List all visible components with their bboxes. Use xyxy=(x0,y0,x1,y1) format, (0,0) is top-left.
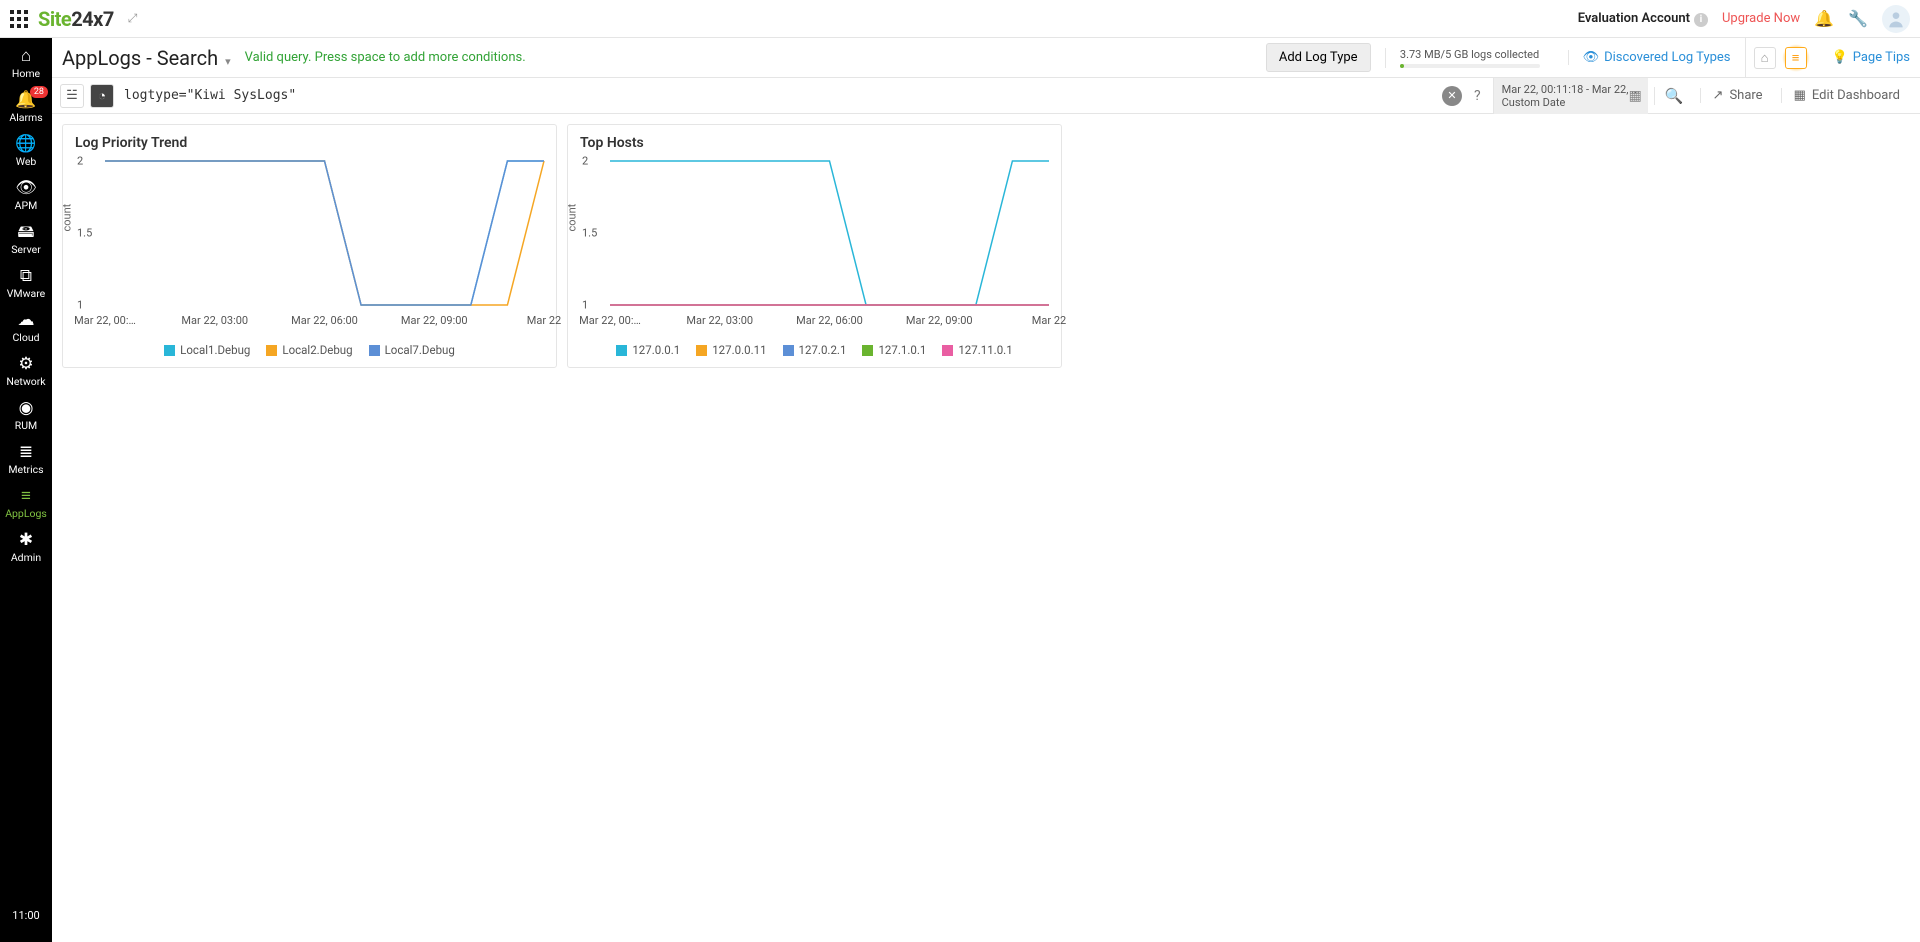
sidebar-item-metrics[interactable]: ≣ Metrics xyxy=(0,438,52,482)
sidebar-label: Cloud xyxy=(12,331,39,344)
sidebar-item-admin[interactable]: ✱ Admin xyxy=(0,526,52,570)
search-icon[interactable]: 🔍 xyxy=(1654,87,1694,105)
sidebar-label: Metrics xyxy=(8,463,43,476)
expand-icon[interactable]: ⤢ xyxy=(128,11,138,26)
top-header: Site24x7 ⤢ Evaluation Accounti Upgrade N… xyxy=(0,0,1920,38)
grid-icon: ▦ xyxy=(1794,88,1806,103)
eye-icon: 👁 xyxy=(1583,50,1600,65)
sidebar-icon: 🌐 xyxy=(15,136,36,153)
chart-legend: Local1.Debug Local2.Debug Local7.Debug xyxy=(63,335,556,367)
legend-item[interactable]: 127.0.0.11 xyxy=(696,343,766,357)
add-log-type-button[interactable]: Add Log Type xyxy=(1266,43,1371,72)
sidebar-label: Server xyxy=(11,243,41,256)
calendar-icon: ▦ xyxy=(1629,88,1642,104)
sidebar: ⌂Home🔔Alarms28🌐Web👁APM🖴Server⧉VMware☁Clo… xyxy=(0,38,52,942)
sidebar-icon: ☁ xyxy=(18,312,35,329)
info-icon[interactable]: i xyxy=(1694,13,1708,27)
sidebar-label: Admin xyxy=(11,551,41,564)
sidebar-label: AppLogs xyxy=(5,507,47,520)
home-small-icon[interactable]: ⌂ xyxy=(1754,47,1776,69)
account-label: Evaluation Accounti xyxy=(1578,11,1708,27)
query-bar: ☱ ◔ ✕ ? Mar 22, 00:11:18 - Mar 22, ... C… xyxy=(52,78,1920,114)
sidebar-item-web[interactable]: 🌐 Web xyxy=(0,130,52,174)
sidebar-item-server[interactable]: 🖴 Server xyxy=(0,218,52,262)
page-tips-link[interactable]: 💡Page Tips xyxy=(1832,50,1910,65)
sidebar-label: APM xyxy=(15,199,38,212)
sidebar-icon: ◉ xyxy=(19,400,34,417)
legend-item[interactable]: 127.11.0.1 xyxy=(942,343,1012,357)
sidebar-label: Alarms xyxy=(9,111,42,124)
y-axis-label: count xyxy=(566,204,579,232)
subheader: AppLogs - Search ▾ Valid query. Press sp… xyxy=(52,38,1920,78)
logo: Site24x7 xyxy=(38,7,114,31)
pie-view-button[interactable]: ◔ xyxy=(90,84,114,108)
edit-dashboard-button[interactable]: ▦Edit Dashboard xyxy=(1781,88,1912,103)
legend-item[interactable]: 127.1.0.1 xyxy=(862,343,926,357)
legend-item[interactable]: Local2.Debug xyxy=(266,343,352,357)
tools-icon[interactable]: 🔧 xyxy=(1848,9,1868,28)
discovered-log-types-link[interactable]: 👁Discovered Log Types xyxy=(1568,50,1731,65)
sidebar-item-cloud[interactable]: ☁ Cloud xyxy=(0,306,52,350)
sidebar-item-network[interactable]: ⚙ Network xyxy=(0,350,52,394)
usage-text: 3.73 MB/5 GB logs collected xyxy=(1400,48,1539,61)
chart-card: Log Priority Trend count 11.52Mar 22, 00… xyxy=(62,124,557,368)
share-icon: ↗ xyxy=(1713,88,1724,103)
sidebar-item-apm[interactable]: 👁 APM xyxy=(0,174,52,218)
page-title[interactable]: AppLogs - Search ▾ xyxy=(62,46,231,70)
date-range-picker[interactable]: Mar 22, 00:11:18 - Mar 22, ... Custom Da… xyxy=(1493,78,1648,114)
sidebar-icon: ⌂ xyxy=(21,48,31,65)
legend-item[interactable]: 127.0.2.1 xyxy=(783,343,847,357)
sidebar-icon: ⚙ xyxy=(18,356,33,373)
clear-query-button[interactable]: ✕ xyxy=(1442,86,1462,106)
sidebar-item-vmware[interactable]: ⧉ VMware xyxy=(0,262,52,306)
chart-legend: 127.0.0.1 127.0.0.11 127.0.2.1 127.1.0.1 127… xyxy=(568,335,1061,367)
sidebar-icon: 🖴 xyxy=(17,224,34,241)
toggle-view-button[interactable]: ☱ xyxy=(60,84,84,108)
dashboard: Log Priority Trend count 11.52Mar 22, 00… xyxy=(52,114,1920,942)
notification-icon[interactable]: 🔔 xyxy=(1814,9,1834,28)
sidebar-item-home[interactable]: ⌂ Home xyxy=(0,42,52,86)
query-input[interactable] xyxy=(120,84,1436,107)
sidebar-label: VMware xyxy=(7,287,45,300)
sidebar-item-alarms[interactable]: 🔔Alarms28 xyxy=(0,86,52,130)
sidebar-icon: ≡ xyxy=(21,488,31,505)
apps-icon[interactable] xyxy=(10,10,28,28)
query-help-icon[interactable]: ? xyxy=(1468,88,1487,104)
sidebar-icon: ✱ xyxy=(19,532,33,549)
sidebar-icon: ⧉ xyxy=(20,268,32,285)
bulb-icon: 💡 xyxy=(1832,50,1848,65)
sidebar-badge: 28 xyxy=(30,86,48,98)
chart-card: Top Hosts count 11.52Mar 22, 00:…Mar 22,… xyxy=(567,124,1062,368)
sidebar-item-applogs[interactable]: ≡ AppLogs xyxy=(0,482,52,526)
sidebar-label: RUM xyxy=(15,419,37,432)
sidebar-label: Home xyxy=(12,67,40,80)
main-area: AppLogs - Search ▾ Valid query. Press sp… xyxy=(52,38,1920,942)
legend-item[interactable]: Local7.Debug xyxy=(369,343,455,357)
sidebar-label: Web xyxy=(16,155,37,168)
valid-query-message: Valid query. Press space to add more con… xyxy=(245,50,526,65)
chart-title: Top Hosts xyxy=(568,125,1061,155)
chart-title: Log Priority Trend xyxy=(63,125,556,155)
sidebar-label: Network xyxy=(6,375,45,388)
y-axis-label: count xyxy=(61,204,74,232)
sidebar-icon: 👁 xyxy=(15,180,37,197)
avatar[interactable] xyxy=(1882,5,1910,33)
log-usage: 3.73 MB/5 GB logs collected xyxy=(1385,48,1554,68)
sidebar-item-rum[interactable]: ◉ RUM xyxy=(0,394,52,438)
highlighted-action-icon[interactable]: ≡ xyxy=(1782,44,1810,72)
chart-plot: 11.52Mar 22, 00:…Mar 22, 03:00Mar 22, 06… xyxy=(105,161,544,305)
sidebar-clock: 11:00 xyxy=(12,909,39,922)
sidebar-icon: ≣ xyxy=(19,444,33,461)
legend-item[interactable]: Local1.Debug xyxy=(164,343,250,357)
chart-plot: 11.52Mar 22, 00:…Mar 22, 03:00Mar 22, 06… xyxy=(610,161,1049,305)
usage-bar xyxy=(1400,64,1540,68)
caret-icon: ▾ xyxy=(225,55,231,68)
upgrade-link[interactable]: Upgrade Now xyxy=(1722,11,1800,26)
share-button[interactable]: ↗Share xyxy=(1700,88,1775,103)
legend-item[interactable]: 127.0.0.1 xyxy=(616,343,680,357)
